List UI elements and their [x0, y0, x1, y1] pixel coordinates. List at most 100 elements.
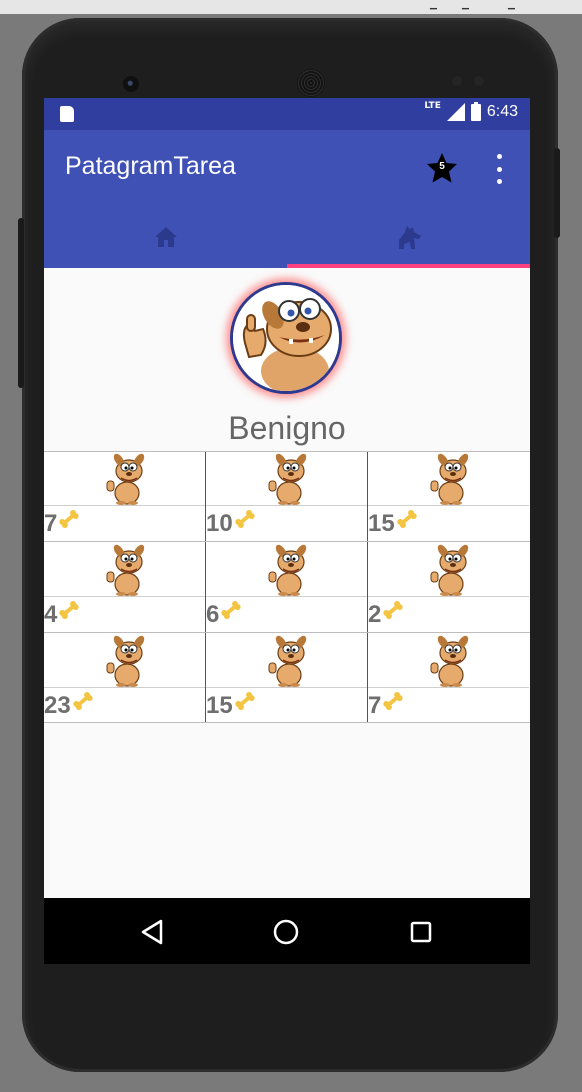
status-bar: LTE 6:43 [44, 98, 530, 130]
bone-icon [59, 509, 80, 528]
bone-icon [397, 509, 417, 528]
home-icon [154, 227, 177, 247]
cell-footer: 6 [206, 597, 367, 632]
clock: 6:43 [486, 103, 518, 120]
cartoon-dog-image [268, 544, 306, 596]
favorites-button[interactable]: 5 [426, 152, 458, 184]
sensor [452, 76, 462, 86]
grid-divider [44, 451, 530, 452]
cell-footer: 7 [44, 506, 205, 541]
cell-footer: 4 [44, 597, 205, 632]
battery-icon [470, 101, 481, 121]
emulator-top-strip: ▁ ▁ ▁ [0, 0, 582, 14]
like-count: 15 [206, 691, 233, 719]
profile-avatar[interactable] [230, 282, 342, 394]
bone-icon [73, 691, 93, 710]
device-screen: LTE 6:43 PatagramTarea 5 Benigno 7 10 15… [44, 98, 530, 964]
tab-bar [44, 206, 530, 268]
grid-cell[interactable]: 7 [44, 451, 205, 541]
power-button[interactable] [554, 148, 560, 238]
grid-divider [44, 632, 530, 633]
grid-cell[interactable]: 10 [206, 451, 367, 541]
like-count: 6 [206, 600, 220, 628]
grid-divider [367, 451, 368, 723]
cartoon-dog-avatar [233, 285, 339, 391]
home-button[interactable] [268, 914, 304, 950]
like-count: 7 [44, 509, 58, 537]
grid-divider [44, 541, 530, 542]
like-count: 2 [368, 600, 382, 628]
grid-cell[interactable]: 15 [206, 633, 367, 723]
photo-grid: 7 10 15 4 6 2 23 15 7 [44, 451, 530, 723]
dot [496, 179, 502, 184]
grid-divider [205, 451, 206, 723]
close-icon[interactable]: ▁ [508, 0, 515, 10]
front-camera [123, 76, 139, 92]
dog-photo [44, 542, 205, 597]
bone-icon [235, 509, 255, 528]
like-count: 10 [206, 509, 233, 537]
dog-photo [368, 451, 529, 506]
like-count: 7 [368, 691, 382, 719]
cell-footer: 2 [368, 597, 529, 632]
maximize-icon[interactable]: ▁ [462, 0, 469, 10]
cell-footer: 7 [368, 688, 529, 723]
cell-footer: 10 [206, 506, 367, 541]
minimize-icon[interactable]: ▁ [430, 0, 437, 10]
grid-cell[interactable]: 15 [368, 451, 529, 541]
bone-icon [235, 691, 255, 710]
pet-name: Benigno [228, 410, 346, 446]
dot [496, 154, 502, 159]
favorites-count: 5 [439, 161, 445, 172]
tab-dog[interactable] [287, 206, 530, 268]
dog-photo [368, 633, 529, 688]
sd-card-icon [60, 106, 74, 122]
network-type: LTE [424, 101, 441, 111]
dog-photo [206, 633, 367, 688]
like-count: 15 [368, 509, 395, 537]
back-button[interactable] [134, 914, 170, 950]
grid-cell[interactable]: 7 [368, 633, 529, 723]
dog-photo [206, 542, 367, 597]
like-count: 4 [44, 600, 58, 628]
like-count: 23 [44, 691, 71, 719]
grid-divider [44, 722, 530, 723]
bone-icon [59, 600, 80, 619]
grid-cell[interactable]: 6 [206, 542, 367, 632]
bone-icon [383, 691, 404, 710]
home-circle-icon [273, 919, 299, 945]
cartoon-dog-image [430, 635, 468, 687]
app-bar: PatagramTarea 5 [44, 130, 530, 206]
dog-photo [368, 542, 529, 597]
volume-button[interactable] [18, 218, 24, 388]
overflow-menu-button[interactable] [492, 154, 506, 184]
dog-photo [44, 451, 205, 506]
grid-cell[interactable]: 23 [44, 633, 205, 723]
earpiece-speaker [297, 69, 325, 97]
grid-cell[interactable]: 2 [368, 542, 529, 632]
cartoon-dog-image [268, 453, 306, 505]
cartoon-dog-image [430, 453, 468, 505]
recents-icon [410, 921, 432, 943]
recents-button[interactable] [403, 914, 439, 950]
signal-icon [446, 103, 465, 121]
dog-photo [206, 451, 367, 506]
cell-footer: 15 [368, 506, 529, 541]
grid-cell[interactable]: 4 [44, 542, 205, 632]
cartoon-dog-image [268, 635, 306, 687]
bone-icon [221, 600, 242, 619]
sensor [474, 76, 484, 86]
dog-icon [398, 226, 421, 249]
cartoon-dog-image [106, 453, 144, 505]
dog-photo [44, 633, 205, 688]
system-nav-bar [44, 898, 530, 964]
tab-indicator [287, 264, 530, 268]
cell-footer: 15 [206, 688, 367, 723]
cartoon-dog-image [106, 635, 144, 687]
cartoon-dog-image [106, 544, 144, 596]
tab-home[interactable] [44, 206, 287, 268]
app-title: PatagramTarea [65, 152, 236, 180]
dot [496, 166, 502, 172]
bone-icon [383, 600, 404, 619]
cell-footer: 23 [44, 688, 205, 723]
